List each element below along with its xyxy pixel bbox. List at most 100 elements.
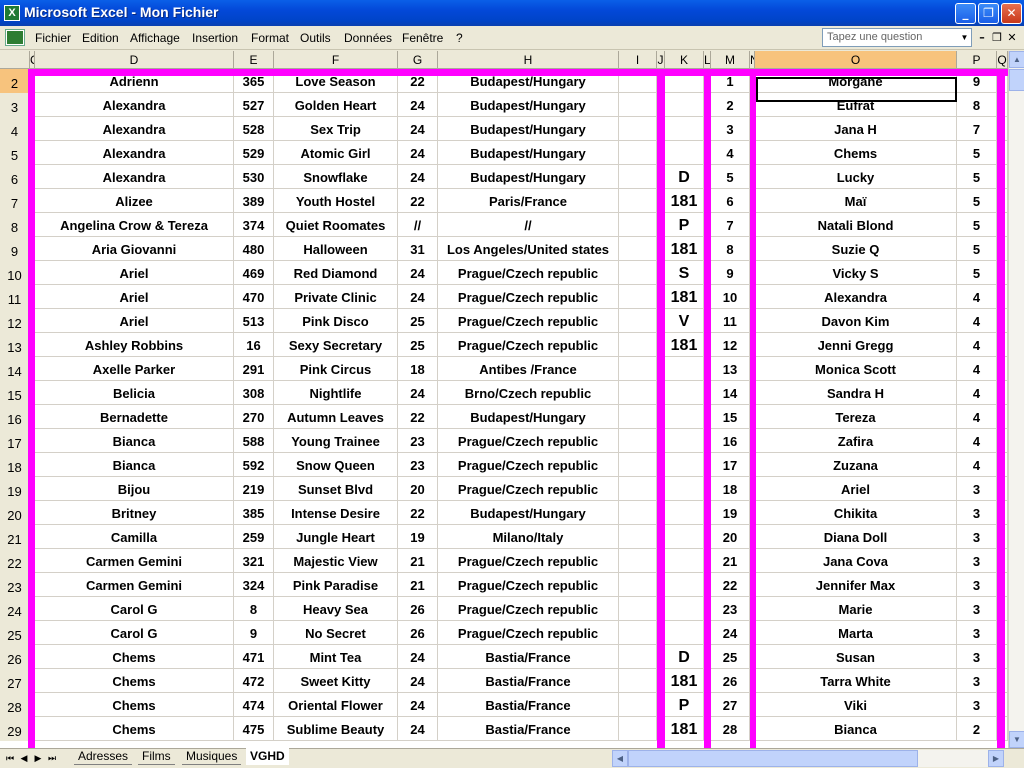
menu-insertion[interactable]: Insertion — [192, 31, 238, 45]
cell-h[interactable]: Prague/Czech republic — [438, 477, 619, 501]
cell-h[interactable]: Prague/Czech republic — [438, 549, 619, 573]
cell-m[interactable]: 19 — [711, 501, 750, 525]
cell-o[interactable]: Diana Doll — [755, 525, 957, 549]
cell-o[interactable]: Chems — [755, 141, 957, 165]
cell-e[interactable]: 527 — [234, 93, 274, 117]
cell-o[interactable]: Marta — [755, 621, 957, 645]
cell-m[interactable]: 3 — [711, 117, 750, 141]
scroll-down-icon[interactable]: ▼ — [1009, 731, 1024, 748]
cell-d[interactable]: Chems — [35, 693, 234, 717]
cell-d[interactable]: Bianca — [35, 429, 234, 453]
cell-o[interactable]: Davon Kim — [755, 309, 957, 333]
cell-e[interactable]: 474 — [234, 693, 274, 717]
cell-g[interactable]: 24 — [398, 693, 438, 717]
column-header-i[interactable]: I — [619, 51, 657, 69]
cell-i[interactable] — [619, 285, 657, 309]
cell-g[interactable]: 22 — [398, 189, 438, 213]
cell-d[interactable]: Aria Giovanni — [35, 237, 234, 261]
cell-g[interactable]: 24 — [398, 93, 438, 117]
cell-k[interactable]: 181 — [665, 237, 704, 261]
cell-m[interactable]: 11 — [711, 309, 750, 333]
cell-g[interactable]: 24 — [398, 285, 438, 309]
scroll-right-icon[interactable]: ▶ — [988, 750, 1004, 767]
horizontal-scroll-thumb[interactable] — [628, 750, 918, 767]
restore-button[interactable]: ❐ — [978, 3, 999, 24]
column-header-h[interactable]: H — [438, 51, 619, 69]
cell-p[interactable]: 8 — [957, 93, 997, 117]
cell-o[interactable]: Marie — [755, 597, 957, 621]
cell-f[interactable]: Youth Hostel — [274, 189, 398, 213]
cell-p[interactable]: 5 — [957, 237, 997, 261]
cell-k[interactable] — [665, 549, 704, 573]
cell-p[interactable]: 2 — [957, 717, 997, 741]
cell-p[interactable]: 5 — [957, 261, 997, 285]
column-header-g[interactable]: G — [398, 51, 438, 69]
cell-e[interactable]: 9 — [234, 621, 274, 645]
cell-d[interactable]: Carol G — [35, 621, 234, 645]
column-header-f[interactable]: F — [274, 51, 398, 69]
cell-d[interactable]: Alizee — [35, 189, 234, 213]
cell-g[interactable]: // — [398, 213, 438, 237]
cell-o[interactable]: Susan — [755, 645, 957, 669]
cell-e[interactable]: 219 — [234, 477, 274, 501]
cell-h[interactable]: Budapest/Hungary — [438, 117, 619, 141]
cell-m[interactable]: 15 — [711, 405, 750, 429]
column-header-p[interactable]: P — [957, 51, 997, 69]
excel-app-icon[interactable]: X — [4, 5, 20, 21]
cell-p[interactable]: 5 — [957, 141, 997, 165]
cell-d[interactable]: Ariel — [35, 285, 234, 309]
cell-d[interactable]: Axelle Parker — [35, 357, 234, 381]
cell-o[interactable]: Ariel — [755, 477, 957, 501]
row-header[interactable]: 20 — [0, 501, 30, 525]
cell-o[interactable]: Lucky — [755, 165, 957, 189]
scroll-up-icon[interactable]: ▲ — [1009, 51, 1024, 68]
minimize-button[interactable]: _ — [955, 3, 976, 24]
cell-d[interactable]: Alexandra — [35, 93, 234, 117]
cell-g[interactable]: 24 — [398, 669, 438, 693]
cell-m[interactable]: 10 — [711, 285, 750, 309]
sheet-tab-vghd[interactable]: VGHD — [246, 748, 289, 765]
prev-sheet-icon[interactable]: ◀ — [18, 751, 30, 765]
scroll-left-icon[interactable]: ◀ — [612, 750, 628, 767]
cell-p[interactable]: 5 — [957, 165, 997, 189]
row-header[interactable]: 22 — [0, 549, 30, 573]
cell-i[interactable] — [619, 333, 657, 357]
cell-d[interactable]: Ariel — [35, 261, 234, 285]
cell-k[interactable]: D — [665, 645, 704, 669]
cell-i[interactable] — [619, 717, 657, 741]
doc-restore-button[interactable]: ❐ — [990, 31, 1004, 44]
cell-m[interactable]: 5 — [711, 165, 750, 189]
cell-d[interactable]: Chems — [35, 645, 234, 669]
cell-g[interactable]: 24 — [398, 645, 438, 669]
cell-e[interactable]: 472 — [234, 669, 274, 693]
cell-m[interactable]: 12 — [711, 333, 750, 357]
cell-p[interactable]: 4 — [957, 285, 997, 309]
cell-e[interactable]: 259 — [234, 525, 274, 549]
cell-i[interactable] — [619, 501, 657, 525]
cell-p[interactable]: 3 — [957, 693, 997, 717]
cell-d[interactable]: Angelina Crow & Tereza — [35, 213, 234, 237]
cell-g[interactable]: 24 — [398, 165, 438, 189]
cell-k[interactable] — [665, 141, 704, 165]
cell-h[interactable]: Paris/France — [438, 189, 619, 213]
cell-i[interactable] — [619, 381, 657, 405]
cell-p[interactable]: 3 — [957, 549, 997, 573]
cell-f[interactable]: Jungle Heart — [274, 525, 398, 549]
cell-m[interactable]: 2 — [711, 93, 750, 117]
cell-o[interactable]: Chikita — [755, 501, 957, 525]
cell-k[interactable] — [665, 405, 704, 429]
cell-e[interactable]: 389 — [234, 189, 274, 213]
cell-e[interactable]: 16 — [234, 333, 274, 357]
cell-e[interactable]: 321 — [234, 549, 274, 573]
cell-f[interactable]: Pink Disco — [274, 309, 398, 333]
cell-i[interactable] — [619, 357, 657, 381]
cell-h[interactable]: Budapest/Hungary — [438, 141, 619, 165]
cell-i[interactable] — [619, 597, 657, 621]
cell-g[interactable]: 26 — [398, 597, 438, 621]
cell-e[interactable]: 374 — [234, 213, 274, 237]
cell-k[interactable] — [665, 357, 704, 381]
cell-d[interactable]: Britney — [35, 501, 234, 525]
cell-e[interactable]: 8 — [234, 597, 274, 621]
cell-f[interactable]: Snowflake — [274, 165, 398, 189]
vertical-scrollbar[interactable]: ▲ ▼ — [1008, 51, 1024, 748]
